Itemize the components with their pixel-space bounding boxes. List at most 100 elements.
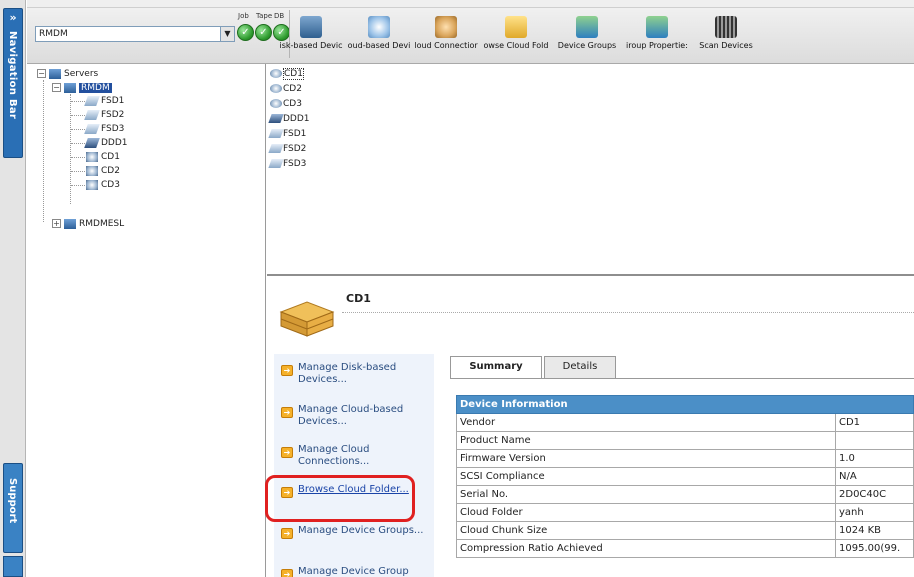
disk-based-devices-label: isk-based Devic xyxy=(279,41,343,50)
cloud-disk-icon xyxy=(270,99,282,108)
tree-node-rmdmesl[interactable]: + RMDMESL xyxy=(52,218,124,231)
tab-summary[interactable]: Summary xyxy=(450,356,542,379)
disk-icon xyxy=(84,123,100,134)
support-label: Support xyxy=(7,478,18,524)
secondary-tab[interactable] xyxy=(3,556,23,577)
tree-node-cd3[interactable]: CD3 xyxy=(86,179,120,192)
action-links-panel: ➔ Manage Disk-based Devices... ➔ Manage Cl… xyxy=(274,354,434,577)
server-select[interactable]: RMDM ▼ xyxy=(35,26,235,42)
device-information-table: Device Information Vendor CD1 Product Nam… xyxy=(456,395,914,558)
job-status-label: Job xyxy=(238,12,249,20)
action-label: Manage Device Group xyxy=(298,566,409,577)
browse-cloud-folder-label: owse Cloud Fold xyxy=(483,41,549,50)
tree-node-cd1[interactable]: CD1 xyxy=(86,151,120,164)
cloud-based-devices-label: oud-based Devi xyxy=(347,41,411,50)
row-label: Firmware Version xyxy=(456,449,836,468)
toolbar: RMDM ▼ Job Tape DB ✓ ✓ ✓ isk-based Devic… xyxy=(27,0,914,64)
cloud-disk-icon xyxy=(86,179,98,190)
collapse-icon[interactable]: − xyxy=(52,83,61,92)
action-label: Manage Cloud-based Devices... xyxy=(298,404,404,427)
cloud-connections-label: loud Connectior xyxy=(414,41,478,50)
tree-node-fsd2[interactable]: FSD2 xyxy=(84,109,125,122)
job-status-check-icon[interactable]: ✓ xyxy=(237,24,254,41)
row-value: 1095.00(99. xyxy=(835,539,914,558)
tab-details[interactable]: Details xyxy=(544,356,616,378)
tree-node-cd2[interactable]: CD2 xyxy=(86,165,120,178)
tree-line xyxy=(71,143,85,144)
tree-node-label: FSD2 xyxy=(101,110,125,120)
expand-icon[interactable]: + xyxy=(52,219,61,228)
scan-devices-button[interactable]: Scan Devices xyxy=(693,10,759,60)
tree-node-label: RMDM xyxy=(79,83,112,93)
collapse-icon[interactable]: − xyxy=(37,69,46,78)
device-list-item[interactable]: CD2 xyxy=(270,83,302,95)
device-title: CD1 xyxy=(346,292,371,305)
table-row: Compression Ratio Achieved 1095.00(99. xyxy=(456,539,914,558)
support-tab[interactable]: Support xyxy=(3,463,23,553)
device-list-item[interactable]: CD3 xyxy=(270,98,302,110)
row-label: Cloud Chunk Size xyxy=(456,521,836,540)
disk-device-icon xyxy=(300,16,322,38)
row-value: 1024 KB xyxy=(835,521,914,540)
device-list-label: CD1 xyxy=(283,68,304,80)
tree-node-server[interactable]: − RMDM xyxy=(52,82,112,95)
device-list-item[interactable]: FSD1 xyxy=(268,128,307,140)
table-header-row: Device Information xyxy=(456,395,914,414)
device-list-item[interactable]: CD1 xyxy=(270,68,304,80)
dedup-disk-icon xyxy=(84,137,100,148)
tree-line xyxy=(71,115,85,116)
scan-devices-icon xyxy=(715,16,737,38)
server-tree: − Servers − RMDM FSD1 FSD2 FSD3 DDD1 CD1 C… xyxy=(27,64,266,577)
action-label: Manage Cloud Connections... xyxy=(298,444,370,467)
device-groups-button[interactable]: Device Groups xyxy=(553,10,621,60)
arrow-right-icon: ➔ xyxy=(281,407,293,418)
left-vertical-strip: » Navigation Bar Support xyxy=(0,0,26,577)
toolbar-top-line xyxy=(27,0,914,8)
cloud-connections-button[interactable]: loud Connectior xyxy=(413,10,479,60)
table-row: Cloud Chunk Size 1024 KB xyxy=(456,521,914,540)
arrow-right-icon: ➔ xyxy=(281,447,293,458)
row-value xyxy=(835,431,914,450)
navigation-bar-tab[interactable]: » Navigation Bar xyxy=(3,8,23,158)
dropdown-arrow-icon[interactable]: ▼ xyxy=(220,27,234,41)
tree-node-label: Servers xyxy=(64,69,99,79)
arrow-right-icon: ➔ xyxy=(281,365,293,376)
tree-line xyxy=(70,94,71,204)
action-label: Manage Device Groups... xyxy=(298,525,424,536)
scan-devices-label: Scan Devices xyxy=(699,41,753,50)
expand-arrows-icon[interactable]: » xyxy=(4,11,22,24)
tree-node-label: CD2 xyxy=(101,166,120,176)
tree-node-fsd3[interactable]: FSD3 xyxy=(84,123,124,136)
device-list-item[interactable]: FSD2 xyxy=(268,143,306,155)
server-select-value: RMDM xyxy=(39,29,68,39)
table-row: Firmware Version 1.0 xyxy=(456,449,914,468)
row-label: Serial No. xyxy=(456,485,836,504)
cloud-connection-icon xyxy=(435,16,457,38)
device-list: CD1 CD2 CD3 DDD1 FSD1 FSD2 FSD3 xyxy=(267,64,914,276)
browse-cloud-folder-button[interactable]: owse Cloud Fold xyxy=(481,10,551,60)
tree-line xyxy=(43,80,44,222)
cloud-disk-icon xyxy=(86,151,98,162)
device-list-label: FSD1 xyxy=(283,129,307,139)
table-row: Cloud Folder yanh xyxy=(456,503,914,522)
group-properties-button[interactable]: iroup Propertie: xyxy=(623,10,691,60)
cloud-based-devices-button[interactable]: oud-based Devi xyxy=(347,10,411,60)
tree-node-label: CD1 xyxy=(101,152,120,162)
row-value: N/A xyxy=(835,467,914,486)
tree-line xyxy=(71,129,85,130)
row-value: CD1 xyxy=(835,413,914,432)
table-header: Device Information xyxy=(456,395,914,414)
cloud-disk-icon xyxy=(270,84,282,93)
row-value: 2D0C40C xyxy=(835,485,914,504)
tree-node-ddd1[interactable]: DDD1 xyxy=(84,137,128,150)
device-list-label: CD3 xyxy=(283,99,302,109)
row-label: Compression Ratio Achieved xyxy=(456,539,836,558)
device-list-item[interactable]: FSD3 xyxy=(268,158,306,170)
tape-status-check-icon[interactable]: ✓ xyxy=(255,24,272,41)
tree-node-fsd1[interactable]: FSD1 xyxy=(84,95,124,108)
device-list-item[interactable]: DDD1 xyxy=(268,113,310,125)
device-list-label: DDD1 xyxy=(283,114,310,124)
disk-based-devices-button[interactable]: isk-based Devic xyxy=(277,10,345,60)
tree-node-servers[interactable]: − Servers xyxy=(37,68,98,81)
server-icon xyxy=(64,218,76,229)
